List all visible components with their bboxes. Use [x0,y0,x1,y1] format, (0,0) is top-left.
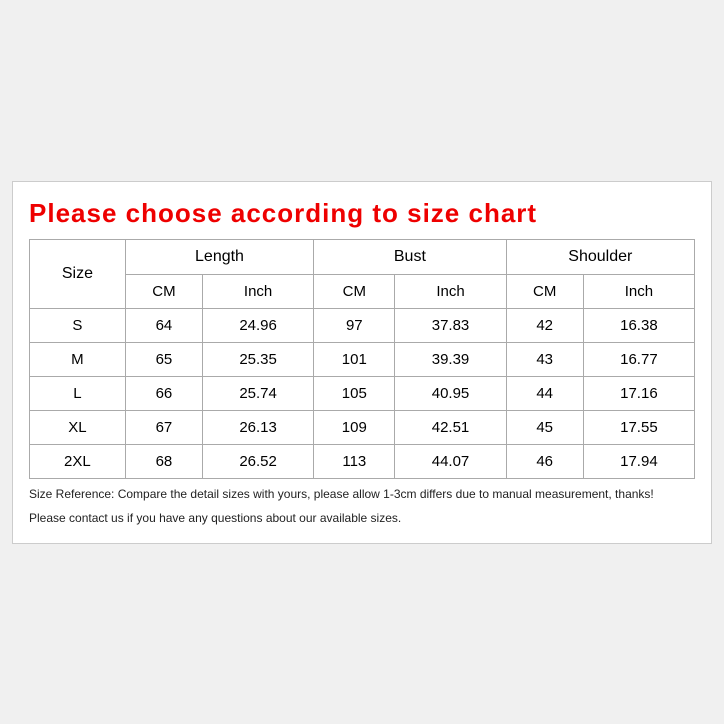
table-cell: 105 [314,376,395,410]
table-cell: 113 [314,444,395,478]
note-2: Please contact us if you have any questi… [29,509,695,527]
table-row: S6424.969737.834216.38 [30,308,695,342]
page-title: Please choose according to size chart [29,198,695,229]
table-cell: 40.95 [395,376,506,410]
table-cell: M [30,342,126,376]
note-1: Size Reference: Compare the detail sizes… [29,485,695,503]
table-cell: 45 [506,410,583,444]
size-table: Size Length Bust Shoulder CM Inch CM Inc… [29,239,695,479]
bust-inch-header: Inch [395,274,506,308]
table-cell: 42.51 [395,410,506,444]
table-cell: 44.07 [395,444,506,478]
bust-cm-header: CM [314,274,395,308]
table-cell: 17.94 [583,444,694,478]
table-cell: 25.35 [203,342,314,376]
table-cell: 16.38 [583,308,694,342]
table-cell: 17.16 [583,376,694,410]
table-cell: 25.74 [203,376,314,410]
table-row: XL6726.1310942.514517.55 [30,410,695,444]
table-cell: 39.39 [395,342,506,376]
table-cell: 42 [506,308,583,342]
table-cell: 46 [506,444,583,478]
table-cell: 26.13 [203,410,314,444]
table-cell: 2XL [30,444,126,478]
table-cell: 24.96 [203,308,314,342]
table-cell: 17.55 [583,410,694,444]
table-cell: 66 [125,376,202,410]
table-cell: 67 [125,410,202,444]
table-cell: 26.52 [203,444,314,478]
shoulder-cm-header: CM [506,274,583,308]
table-row: M6525.3510139.394316.77 [30,342,695,376]
table-cell: 37.83 [395,308,506,342]
table-cell: S [30,308,126,342]
length-cm-header: CM [125,274,202,308]
table-cell: L [30,376,126,410]
shoulder-inch-header: Inch [583,274,694,308]
length-inch-header: Inch [203,274,314,308]
table-cell: 16.77 [583,342,694,376]
table-row: L6625.7410540.954417.16 [30,376,695,410]
table-cell: 44 [506,376,583,410]
shoulder-header: Shoulder [506,239,694,274]
table-cell: 101 [314,342,395,376]
table-cell: XL [30,410,126,444]
bust-header: Bust [314,239,506,274]
table-cell: 43 [506,342,583,376]
size-header: Size [30,239,126,308]
size-chart-card: Please choose according to size chart Si… [12,181,712,544]
length-header: Length [125,239,313,274]
table-cell: 68 [125,444,202,478]
table-row: 2XL6826.5211344.074617.94 [30,444,695,478]
table-cell: 65 [125,342,202,376]
table-cell: 109 [314,410,395,444]
table-cell: 97 [314,308,395,342]
table-cell: 64 [125,308,202,342]
